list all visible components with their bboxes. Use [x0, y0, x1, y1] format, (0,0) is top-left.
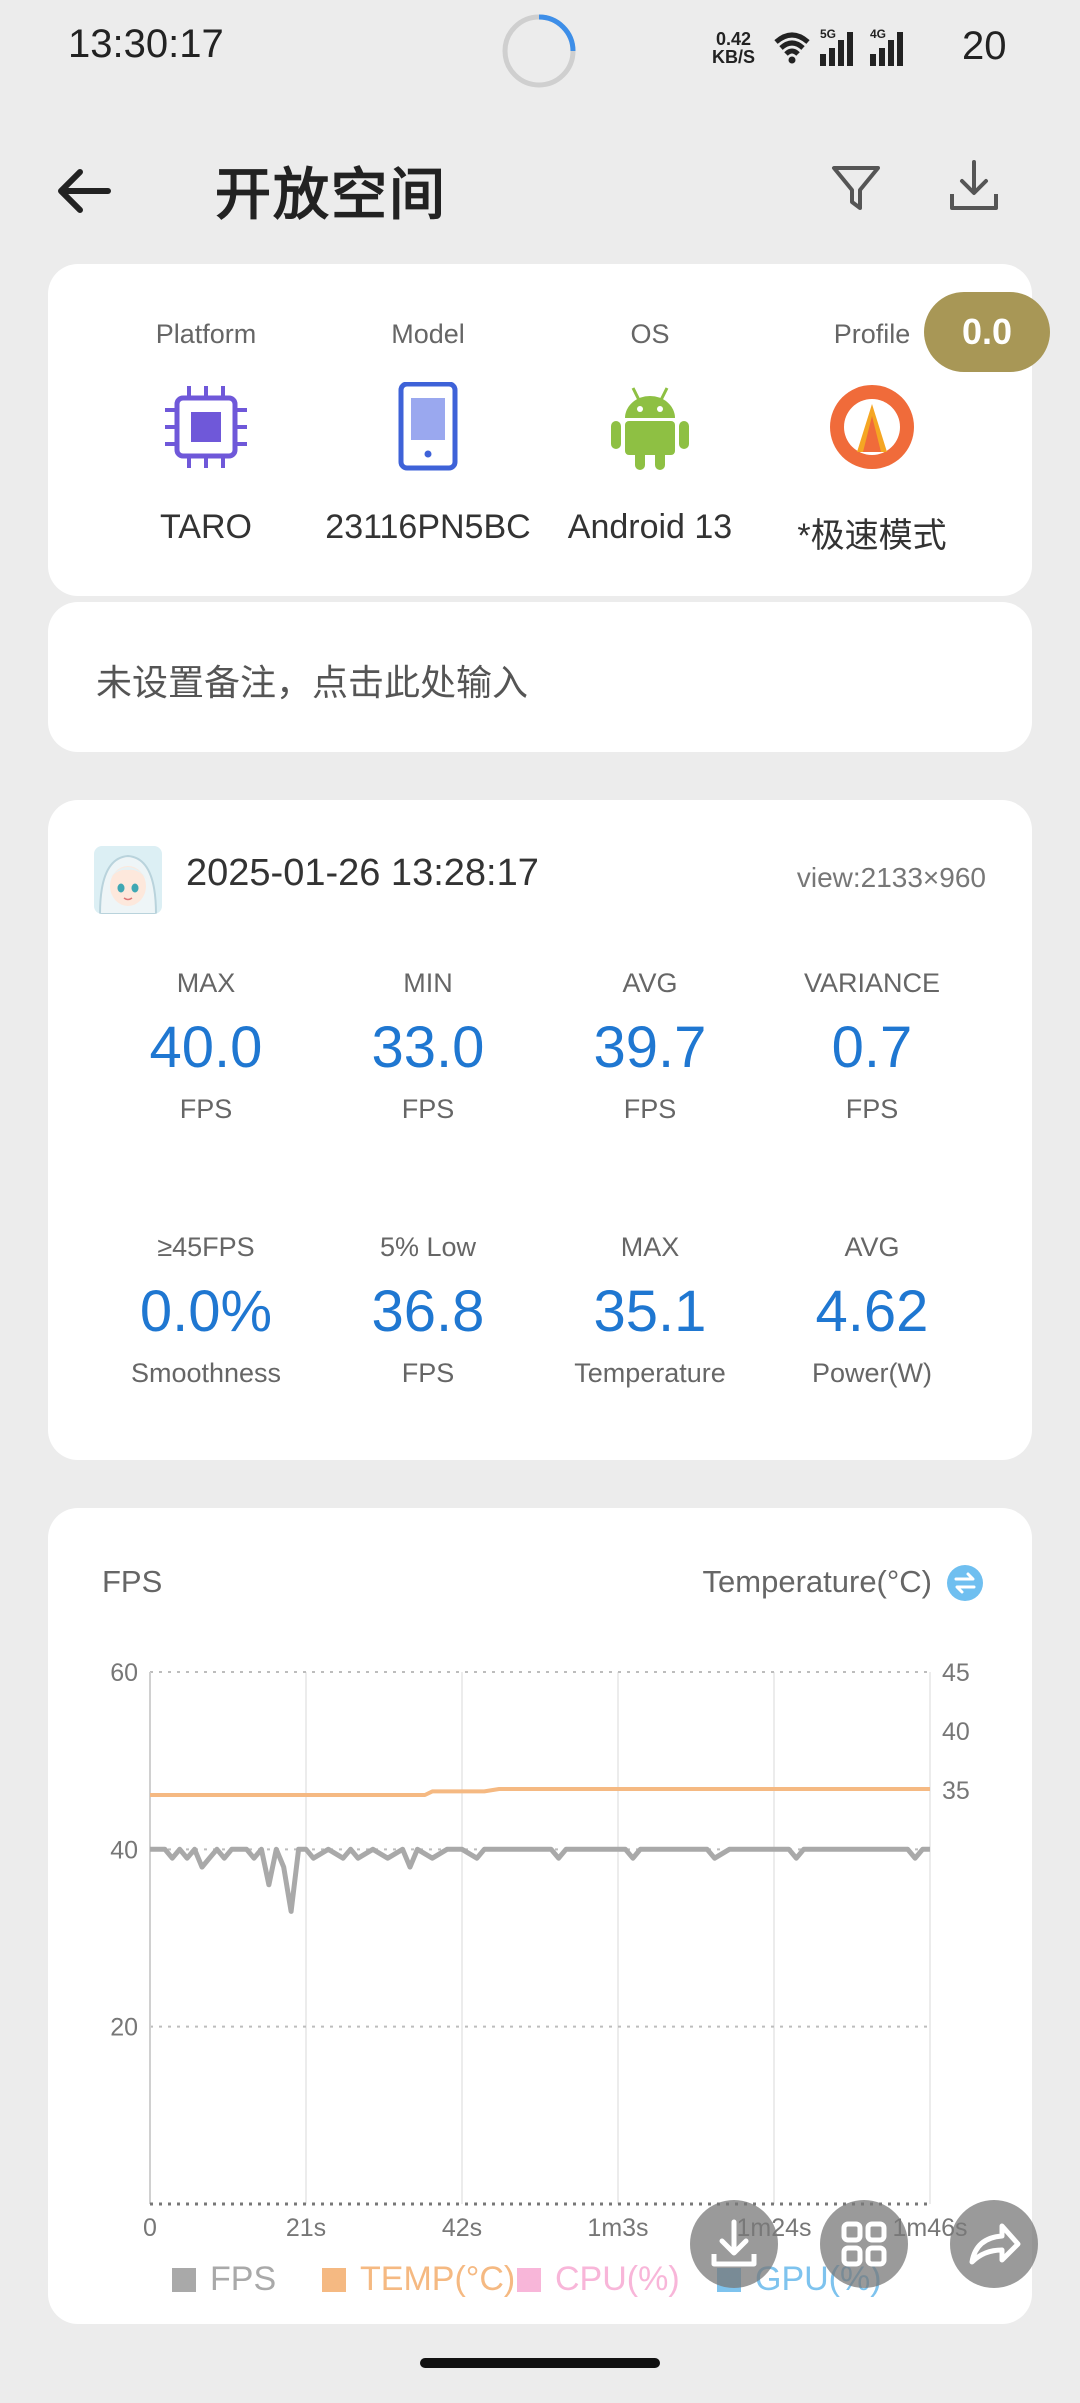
grid-icon [841, 2221, 887, 2267]
x-tick-label: 21s [286, 2214, 326, 2242]
legend-swatch [322, 2268, 346, 2292]
device-info-card: Platform TARO Model 23116PN5BC OS Androi… [48, 264, 1032, 596]
y-left-tick-label: 60 [110, 1659, 138, 1687]
note-placeholder: 未设置备注，点击此处输入 [96, 662, 529, 703]
y-left-tick-label: 20 [110, 2014, 138, 2042]
net-speed: 0.42 KB/S [712, 29, 756, 67]
os-value: Android 13 [567, 508, 733, 546]
loading-spinner-icon [502, 14, 576, 88]
status-bar: 13:30:17 0.42 KB/S 5G 4G 20 [0, 0, 1080, 100]
y-right-tick-label: 40 [942, 1718, 970, 1746]
x-tick-label: 0 [143, 2214, 157, 2242]
stat-min-fps: MIN 33.0 FPS [371, 968, 485, 1124]
speed-mode-icon [830, 385, 914, 469]
app-bar: 开放空间 [0, 130, 1080, 250]
profile-badge[interactable]: 0.0 [924, 292, 1050, 372]
fab-download[interactable] [690, 2200, 778, 2288]
download-icon [711, 2219, 757, 2267]
stat-max-fps: MAX 40.0 FPS [149, 968, 263, 1124]
page-title: 开放空间 [215, 163, 447, 226]
legend-label: FPS [210, 2260, 276, 2298]
legend-swatch [172, 2268, 196, 2292]
stat-5pct-low: 5% Low 36.8 FPS [371, 1232, 485, 1388]
stat-smoothness: ≥45FPS 0.0% Smoothness [130, 1232, 282, 1388]
cell-4g-icon: 4G [870, 27, 903, 66]
stat-avg-power: AVG 4.62 Power(W) [812, 1232, 932, 1388]
share-icon [969, 2223, 1021, 2265]
home-indicator[interactable] [420, 2358, 660, 2368]
model-value: 23116PN5BC [325, 508, 531, 546]
profile-value: *极速模式 [797, 517, 947, 555]
status-time: 13:30:17 [68, 22, 224, 66]
fab-share[interactable] [950, 2200, 1038, 2288]
legend-label: CPU(%) [555, 2260, 680, 2298]
legend-label: TEMP(°C) [360, 2260, 515, 2298]
svg-text:4G: 4G [870, 27, 886, 41]
note-input[interactable]: 未设置备注，点击此处输入 [48, 602, 1032, 752]
y-right-tick-label: 45 [942, 1659, 970, 1687]
y-right-tick-label: 35 [942, 1777, 970, 1805]
x-tick-label: 42s [442, 2214, 482, 2242]
wifi-icon [774, 32, 810, 64]
stat-avg-fps: AVG 39.7 FPS [593, 968, 707, 1124]
cell-5g-icon: 5G [820, 27, 853, 66]
chip-icon [165, 386, 247, 468]
series-line-tempc [150, 1787, 930, 1797]
platform-value: TARO [160, 508, 252, 546]
session-stats-card: 2025-01-26 13:28:17 view:2133×960 MAX 40… [48, 800, 1032, 1460]
phone-icon [398, 382, 458, 471]
series-line-fps [150, 1846, 930, 1914]
battery-level: 20 [962, 24, 1007, 68]
svg-text:5G: 5G [820, 27, 836, 41]
fab-grid[interactable] [820, 2200, 908, 2288]
download-icon[interactable] [938, 150, 1010, 222]
legend-swatch [517, 2268, 541, 2292]
filter-icon[interactable] [820, 150, 892, 222]
android-icon [611, 387, 689, 470]
y-left-tick-label: 40 [110, 1836, 138, 1864]
app-avatar-icon [94, 846, 162, 914]
model-label: Model [391, 319, 465, 349]
stat-max-temperature: MAX 35.1 Temperature [574, 1232, 726, 1388]
os-label: OS [630, 319, 670, 349]
platform-label: Platform [155, 319, 257, 349]
signal-icons: 5G 4G [774, 27, 903, 66]
back-arrow-icon[interactable] [50, 156, 120, 226]
session-datetime: 2025-01-26 13:28:17 [186, 852, 539, 894]
x-tick-label: 1m3s [587, 2214, 648, 2242]
stat-variance: VARIANCE 0.7 FPS [803, 968, 941, 1124]
view-size: view:2133×960 [796, 862, 986, 893]
